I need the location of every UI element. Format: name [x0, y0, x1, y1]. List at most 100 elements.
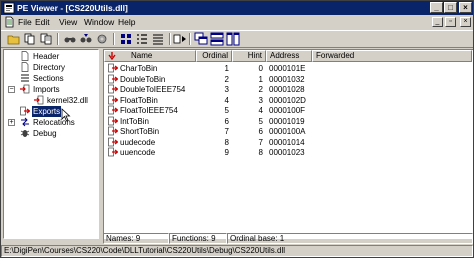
cell-address: 0000102D — [269, 95, 306, 105]
document-icon — [21, 62, 29, 72]
menu-view[interactable]: View — [59, 16, 77, 28]
open-folder-icon[interactable] — [7, 32, 21, 46]
cell-address: 00001028 — [269, 85, 305, 94]
table-row[interactable]: IntToBin 6 5 00001019 — [104, 116, 472, 127]
cell-hint: 7 — [258, 137, 263, 147]
tree-item-label: kernel32.dll — [47, 96, 88, 105]
cell-name: IntToBin — [120, 116, 149, 126]
small-icons-icon[interactable] — [135, 32, 149, 46]
sort-arrow-icon — [108, 52, 116, 60]
arrow-in-icon — [20, 84, 30, 94]
cell-ordinal: 6 — [224, 116, 229, 126]
child-minimize-button[interactable]: _ — [432, 17, 443, 27]
cell-ordinal: 4 — [224, 95, 229, 105]
cell-hint: 0 — [258, 64, 263, 73]
close-button[interactable]: × — [459, 2, 472, 13]
cell-address: 00001019 — [269, 116, 305, 126]
menu-bar: File Edit View Window Help — [1, 15, 473, 29]
copy-icon[interactable] — [23, 32, 37, 46]
cell-name: DoubleToIEEE754 — [120, 85, 186, 94]
cell-hint: 8 — [258, 148, 263, 157]
status-ordinal-base: Ordinal base: 1 — [227, 233, 473, 244]
tile-vertical-icon[interactable] — [226, 32, 240, 46]
table-row[interactable]: FloatToBin 4 3 0000102D — [104, 95, 472, 106]
status-functions: Functions: 9 — [169, 233, 227, 244]
cell-ordinal: 1 — [224, 64, 229, 73]
toolbar-separator — [169, 33, 171, 45]
tile-horizontal-icon[interactable] — [210, 32, 224, 46]
cell-name: uuencode — [120, 148, 156, 157]
cell-hint: 2 — [258, 85, 263, 94]
tree-item-label: Directory — [33, 63, 66, 72]
document-system-icon[interactable] — [4, 16, 15, 28]
tree-item-label: Debug — [33, 129, 57, 138]
expand-toggle[interactable]: + — [8, 119, 15, 126]
table-row[interactable]: CharToBin 1 0 0000101E — [104, 63, 472, 74]
cell-name: FloatToIEEE754 — [120, 106, 178, 115]
table-row[interactable]: uudecode 8 7 00001014 — [104, 137, 472, 148]
tree-view[interactable]: Header Directory Sections − Imports kern… — [3, 49, 99, 239]
menu-window[interactable]: Window — [84, 16, 114, 28]
window-title: PE Viewer - [CS220Utils.dll] — [17, 3, 128, 13]
export-function-icon — [108, 95, 118, 104]
cell-address: 00001032 — [269, 74, 305, 84]
tree-item-label: Relocations — [33, 118, 75, 127]
find-next-icon[interactable] — [79, 32, 93, 46]
toolbar-separator — [57, 33, 59, 45]
sections-icon — [21, 74, 29, 82]
cell-hint: 4 — [258, 106, 263, 115]
cell-name: FloatToBin — [120, 95, 158, 105]
maximize-button[interactable]: □ — [444, 2, 457, 13]
exports-list[interactable]: Name Ordinal Hint Address Forwarded Char… — [103, 49, 473, 239]
table-row[interactable]: ShortToBin 7 6 0000100A — [104, 126, 472, 137]
cell-hint: 5 — [258, 116, 263, 126]
table-row[interactable]: uuencode 9 8 00001023 — [104, 147, 472, 158]
file-path-status: E:\DigiPen\Courses\CS220\Code\DLLTutoria… — [1, 245, 473, 257]
cell-hint: 6 — [258, 127, 263, 136]
menu-file[interactable]: File — [18, 16, 32, 28]
cell-name: DoubleToBin — [120, 74, 166, 84]
column-header-label: Name — [131, 51, 153, 60]
export-function-icon — [108, 137, 118, 146]
cell-address: 00001023 — [269, 148, 305, 157]
column-header-ordinal[interactable]: Ordinal — [196, 50, 232, 62]
copy-all-icon[interactable] — [39, 32, 53, 46]
list-view-icon[interactable] — [151, 32, 165, 46]
minimize-button[interactable]: _ — [430, 2, 443, 13]
tree-item-label: Sections — [33, 74, 64, 83]
cell-hint: 1 — [258, 74, 263, 84]
cell-name: CharToBin — [120, 64, 158, 73]
tree-item-label: Exports — [32, 106, 62, 117]
large-icons-icon[interactable] — [119, 32, 133, 46]
menu-help[interactable]: Help — [118, 16, 135, 28]
column-header-address[interactable]: Address — [266, 50, 312, 62]
settings-icon[interactable] — [95, 32, 109, 46]
export-function-icon — [108, 116, 118, 125]
export-function-icon — [108, 126, 118, 136]
cascade-windows-icon[interactable] — [194, 32, 208, 46]
cell-ordinal: 8 — [224, 137, 229, 147]
table-row[interactable]: DoubleToIEEE754 3 2 00001028 — [104, 84, 472, 95]
cell-name: ShortToBin — [120, 127, 160, 136]
find-icon[interactable] — [63, 32, 77, 46]
cell-name: uudecode — [120, 137, 156, 147]
toolbar-separator — [113, 33, 115, 45]
cell-hint: 3 — [258, 95, 263, 105]
column-header-hint[interactable]: Hint — [232, 50, 266, 62]
child-restore-button[interactable]: ▫ — [445, 17, 456, 27]
column-header-forwarded[interactable]: Forwarded — [312, 50, 472, 62]
sort-icon[interactable] — [173, 32, 187, 46]
cell-address: 0000101E — [269, 64, 306, 73]
column-header-name[interactable]: Name — [104, 50, 196, 62]
table-row[interactable]: FloatToIEEE754 5 4 0000100F — [104, 105, 472, 116]
menu-edit[interactable]: Edit — [35, 16, 50, 28]
app-icon — [3, 2, 15, 14]
cell-address: 0000100A — [269, 127, 306, 136]
collapse-toggle[interactable]: − — [8, 86, 15, 93]
arrow-out-icon — [20, 106, 30, 116]
tree-item-label: Header — [33, 52, 60, 61]
child-close-button[interactable]: × — [460, 17, 471, 27]
title-bar[interactable]: PE Viewer - [CS220Utils.dll] _ □ × — [1, 1, 473, 15]
cell-ordinal: 9 — [224, 148, 229, 157]
table-row[interactable]: DoubleToBin 2 1 00001032 — [104, 74, 472, 85]
